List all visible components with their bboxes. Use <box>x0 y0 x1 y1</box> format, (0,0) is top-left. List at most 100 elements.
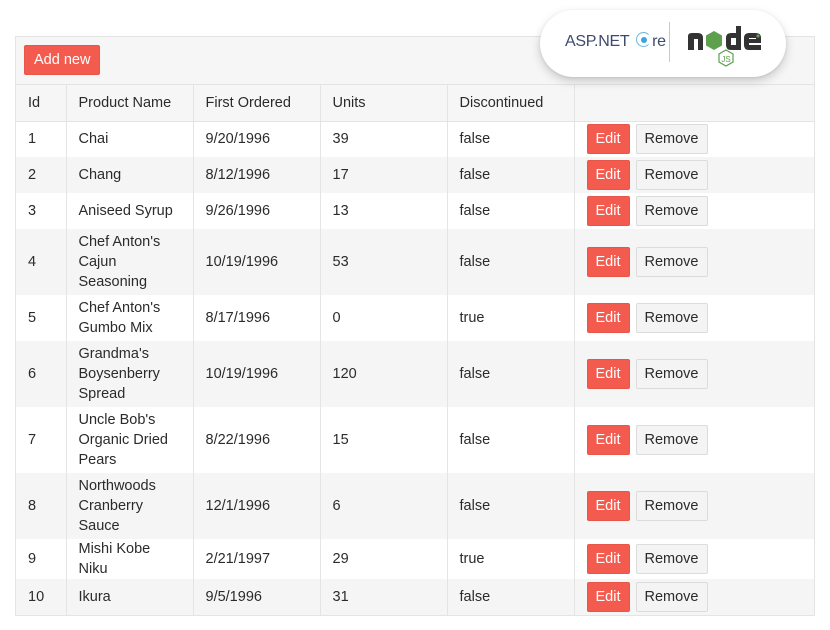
cell-commands: Edit Remove <box>573 157 814 193</box>
remove-button[interactable]: Remove <box>635 247 708 277</box>
cell-discontinued: false <box>446 341 574 407</box>
cell-commands: Edit Remove <box>573 295 814 341</box>
column-header-id[interactable]: Id <box>16 85 66 122</box>
cell-id: 7 <box>28 432 37 448</box>
cell-units: 15 <box>319 407 447 473</box>
cell-product-name: Mishi Kobe Niku <box>65 539 193 579</box>
table-row: 4 Chef Anton's Cajun Seasoning 10/19/1996 5… <box>16 229 814 295</box>
cell-id: 2 <box>28 167 37 183</box>
table-row: 5 Chef Anton's Gumbo Mix 8/17/1996 0 true Edi… <box>16 295 814 341</box>
cell-discontinued: true <box>446 539 574 579</box>
table-header-row: Id Product Name First Ordered Units Disc… <box>16 85 814 122</box>
cell-first-ordered: 8/17/1996 <box>192 295 320 341</box>
cell-first-ordered: 8/12/1996 <box>192 157 320 193</box>
add-new-button[interactable]: Add new <box>24 45 101 75</box>
cell-units: 6 <box>319 473 447 539</box>
edit-button[interactable]: Edit <box>586 303 630 333</box>
table-row: 9 Mishi Kobe Niku 2/21/1997 29 true Edit Remov… <box>16 539 814 579</box>
edit-button[interactable]: Edit <box>586 124 630 155</box>
cell-product-name: Aniseed Syrup <box>65 193 193 229</box>
tech-logos-badge: ASP.NET re JS <box>540 10 786 77</box>
column-header-units[interactable]: Units <box>319 85 447 122</box>
cell-commands: Edit Remove <box>573 539 814 579</box>
cell-discontinued: false <box>446 579 574 615</box>
cell-units: 0 <box>319 295 447 341</box>
cell-id: 10 <box>28 589 45 605</box>
cell-discontinued: false <box>446 407 574 473</box>
cell-product-name: Chef Anton's Cajun Seasoning <box>65 229 193 295</box>
table-row: 1 Chai 9/20/1996 39 false Edit Remove <box>16 121 814 157</box>
column-header-discontinued[interactable]: Discontinued <box>446 85 574 122</box>
products-table: Id Product Name First Ordered Units Disc… <box>16 85 814 615</box>
remove-button[interactable]: Remove <box>635 303 708 333</box>
remove-button[interactable]: Remove <box>635 544 708 574</box>
cell-id: 1 <box>28 131 37 148</box>
cell-commands: Edit Remove <box>573 229 814 295</box>
cell-discontinued: true <box>446 295 574 341</box>
remove-button[interactable]: Remove <box>635 124 708 155</box>
table-row: 10 Ikura 9/5/1996 31 false Edit Remove <box>16 579 814 615</box>
cell-first-ordered: 10/19/1996 <box>192 341 320 407</box>
remove-button[interactable]: Remove <box>635 196 708 226</box>
cell-discontinued: false <box>446 157 574 193</box>
remove-button[interactable]: Remove <box>635 425 708 455</box>
cell-commands: Edit Remove <box>573 341 814 407</box>
cell-id: 8 <box>28 498 37 514</box>
cell-commands: Edit Remove <box>573 193 814 229</box>
cell-first-ordered: 9/20/1996 <box>192 121 320 157</box>
table-row: 3 Aniseed Syrup 9/26/1996 13 false Edit Remove <box>16 193 814 229</box>
aspnet-core-logo: ASP.NET re <box>565 32 666 51</box>
cell-id: 6 <box>28 366 37 382</box>
cell-product-name: Ikura <box>65 579 193 615</box>
cell-product-name: Northwoods Cranberry Sauce <box>65 473 193 539</box>
edit-button[interactable]: Edit <box>586 247 630 277</box>
nodejs-js-label: JS <box>721 55 730 64</box>
remove-button[interactable]: Remove <box>635 359 708 389</box>
cell-units: 17 <box>319 157 447 193</box>
cell-commands: Edit Remove <box>573 121 814 157</box>
cell-id: 9 <box>28 551 37 567</box>
cell-units: 39 <box>319 121 447 157</box>
aspnet-core-c-icon <box>636 32 652 47</box>
table-row: 7 Uncle Bob's Organic Dried Pears 8/22/199… <box>16 407 814 473</box>
cell-product-name: Chef Anton's Gumbo Mix <box>65 295 193 341</box>
cell-id: 4 <box>28 254 37 270</box>
logo-divider <box>669 22 670 62</box>
cell-discontinued: false <box>446 121 574 157</box>
column-header-commands <box>573 85 814 122</box>
edit-button[interactable]: Edit <box>586 359 630 389</box>
cell-product-name: Uncle Bob's Organic Dried Pears <box>65 407 193 473</box>
edit-button[interactable]: Edit <box>586 425 630 455</box>
edit-button[interactable]: Edit <box>586 582 630 612</box>
table-row: 6 Grandma's Boysenberry Spread 10/19/1996 1… <box>16 341 814 407</box>
edit-button[interactable]: Edit <box>586 160 630 190</box>
cell-first-ordered: 10/19/1996 <box>192 229 320 295</box>
remove-button[interactable]: Remove <box>635 582 708 612</box>
cell-product-name: Chang <box>65 157 193 193</box>
remove-button[interactable]: Remove <box>635 160 708 190</box>
cell-commands: Edit Remove <box>573 407 814 473</box>
cell-first-ordered: 2/21/1997 <box>192 539 320 579</box>
cell-units: 31 <box>319 579 447 615</box>
cell-first-ordered: 8/22/1996 <box>192 407 320 473</box>
cell-product-name: Chai <box>65 121 193 157</box>
remove-button[interactable]: Remove <box>635 491 708 521</box>
column-header-product-name[interactable]: Product Name <box>65 85 193 122</box>
products-grid: Add new Id Product Name First Ordered Un… <box>15 36 815 616</box>
cell-discontinued: false <box>446 229 574 295</box>
nodejs-logo-icon: JS <box>688 26 761 67</box>
cell-commands: Edit Remove <box>573 473 814 539</box>
column-header-first-ordered[interactable]: First Ordered <box>192 85 320 122</box>
cell-discontinued: false <box>446 193 574 229</box>
aspnet-logo-text: ASP.NET <box>565 33 634 50</box>
edit-button[interactable]: Edit <box>586 544 630 574</box>
edit-button[interactable]: Edit <box>586 196 630 226</box>
cell-discontinued: false <box>446 473 574 539</box>
cell-product-name: Grandma's Boysenberry Spread <box>65 341 193 407</box>
table-row: 8 Northwoods Cranberry Sauce 12/1/1996 6 fal… <box>16 473 814 539</box>
cell-units: 53 <box>319 229 447 295</box>
cell-first-ordered: 9/5/1996 <box>192 579 320 615</box>
aspnet-logo-suffix: re <box>652 33 666 50</box>
cell-id: 5 <box>28 310 37 326</box>
edit-button[interactable]: Edit <box>586 491 630 521</box>
